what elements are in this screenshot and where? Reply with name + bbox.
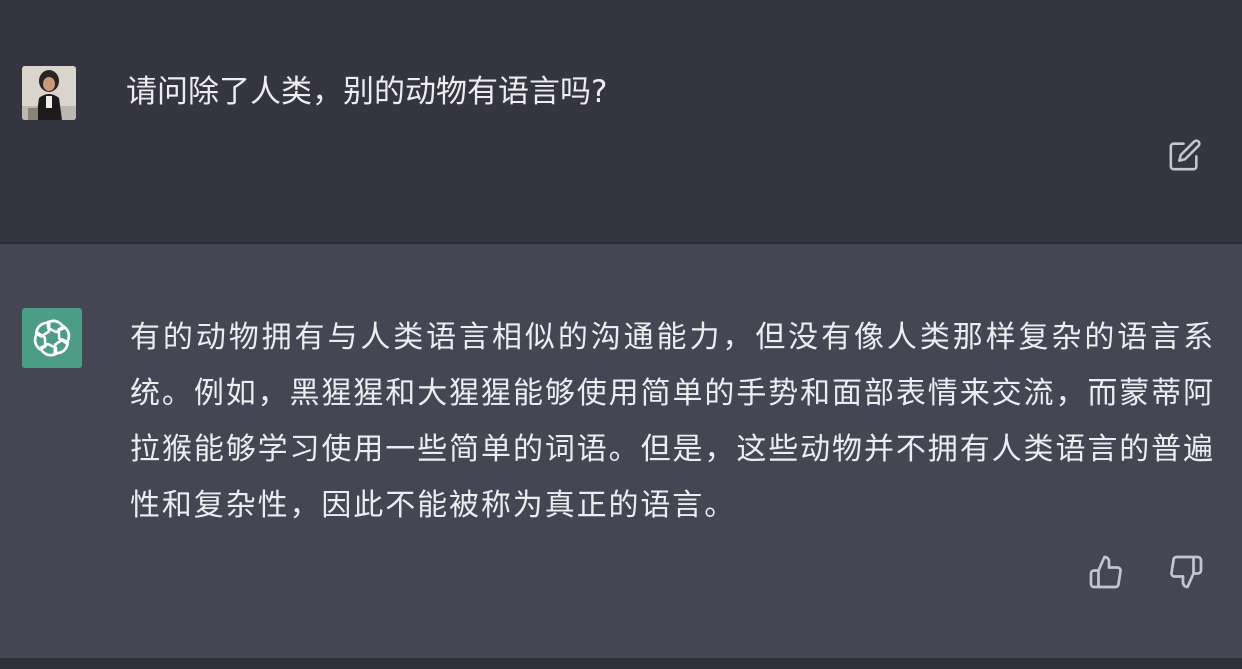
thumbs-up-icon — [1089, 555, 1122, 589]
thumbs-up-button[interactable] — [1088, 554, 1124, 590]
user-photo-avatar-icon — [22, 66, 76, 120]
bottom-divider — [0, 658, 1242, 669]
assistant-message-text: 有的动物拥有与人类语言相似的沟通能力，但没有像人类那样复杂的语言系统。例如，黑猩… — [130, 320, 1215, 523]
chat-page: 请问除了人类，别的动物有语言吗? 有的动物拥有与人类语言相似的沟通能力，但没有像… — [0, 0, 1242, 669]
openai-logo-icon — [33, 319, 71, 357]
thumbs-down-button[interactable] — [1168, 554, 1204, 590]
assistant-message-row: 有的动物拥有与人类语言相似的沟通能力，但没有像人类那样复杂的语言系统。例如，黑猩… — [0, 244, 1242, 658]
edit-button[interactable] — [1168, 138, 1202, 172]
edit-pencil-icon — [1169, 139, 1201, 171]
user-message-row: 请问除了人类，别的动物有语言吗? — [0, 0, 1242, 244]
thumbs-down-icon — [1170, 555, 1203, 589]
assistant-avatar — [22, 308, 82, 368]
user-message-text: 请问除了人类，别的动物有语言吗? — [126, 74, 608, 110]
user-avatar — [22, 66, 76, 120]
